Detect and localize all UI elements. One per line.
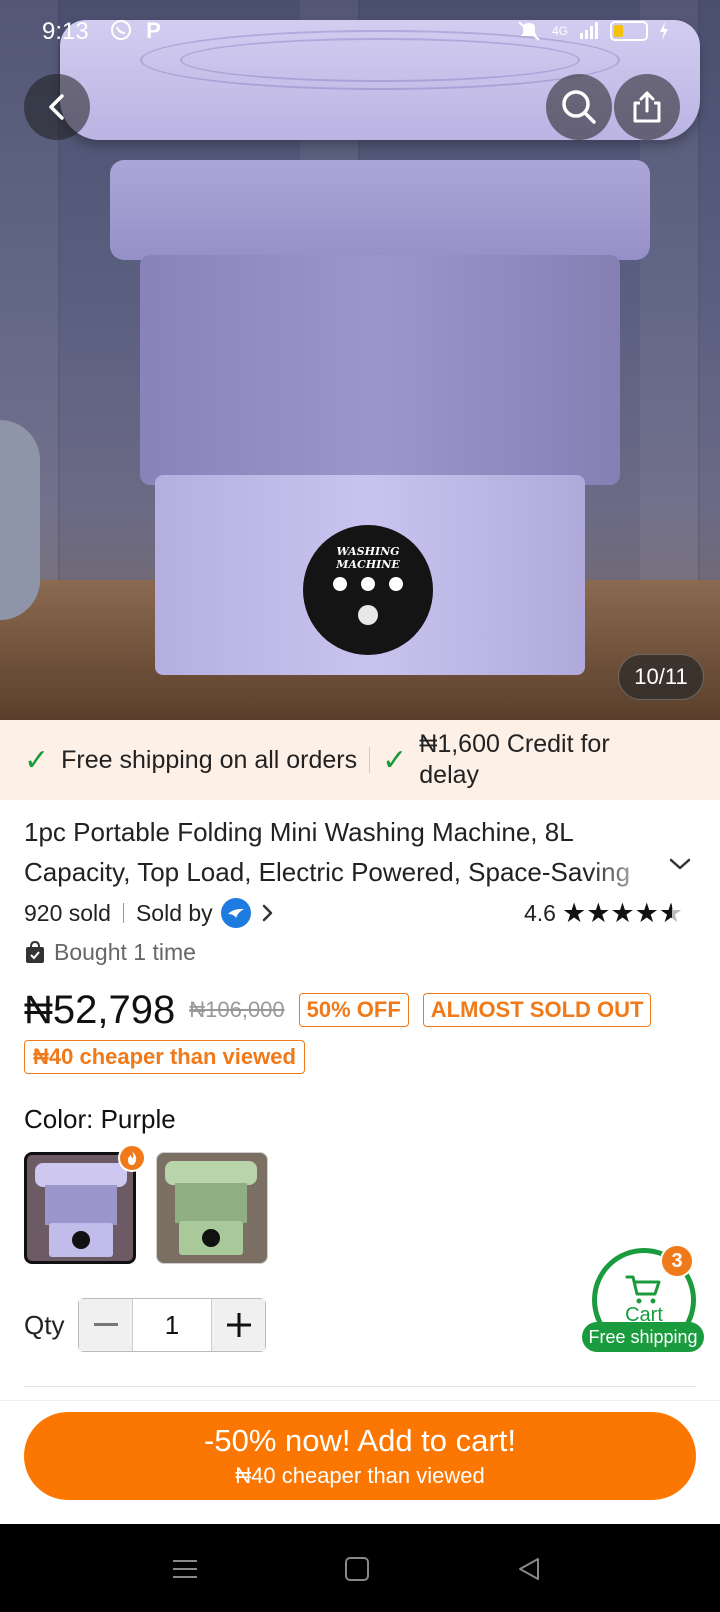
promo-divider xyxy=(369,747,371,773)
share-button[interactable] xyxy=(614,74,680,140)
half-star-icon: ★ xyxy=(658,897,684,928)
nav-back-button[interactable] xyxy=(512,1552,546,1586)
mute-bell-icon xyxy=(518,21,540,41)
meta-divider xyxy=(122,903,124,923)
rating-stars: ★★★★★ xyxy=(562,898,683,929)
back-triangle-icon xyxy=(519,1558,539,1580)
app-indicator: P xyxy=(146,18,161,43)
nav-home-button[interactable] xyxy=(340,1552,374,1586)
minus-icon xyxy=(93,1323,118,1326)
status-app-icons: P xyxy=(110,18,161,44)
product-rating[interactable]: 4.6 ★★★★★ xyxy=(524,896,683,930)
washer-body xyxy=(140,255,620,485)
signal-icon xyxy=(580,22,598,39)
free-shipping-pill: Free shipping xyxy=(582,1322,704,1352)
product-image-carousel[interactable]: WASHING MACHINE 9:13 P 4G 10/11 xyxy=(0,0,720,720)
image-counter: 10/11 xyxy=(618,654,704,700)
expand-title-button[interactable] xyxy=(668,856,692,877)
color-label: Color: Purple xyxy=(24,1104,176,1134)
status-bar: 9:13 P 4G xyxy=(0,14,720,50)
fire-icon xyxy=(128,1151,137,1165)
price-row: ₦52,798 ₦106,000 50% OFF ALMOST SOLD OUT xyxy=(24,982,652,1038)
credit-promo: ✓ ₦1,600 Credit for delay xyxy=(382,729,639,791)
add-to-cart-label: -50% now! Add to cart! xyxy=(204,1423,516,1458)
charging-icon xyxy=(660,22,668,40)
discount-badge: 50% OFF xyxy=(298,993,409,1027)
free-shipping-promo: ✓ Free shipping on all orders xyxy=(24,743,357,778)
search-icon xyxy=(562,90,596,124)
search-button[interactable] xyxy=(546,74,612,140)
star-icon: ★ xyxy=(610,897,635,928)
quantity-stepper: 1 xyxy=(78,1298,266,1352)
chevron-right-icon xyxy=(262,904,272,922)
battery-level xyxy=(614,25,623,37)
sales-meta: 920 sold Sold by xyxy=(24,896,275,930)
free-shipping-text: Free shipping on all orders xyxy=(61,745,358,774)
dial-indicators xyxy=(333,577,403,591)
cart-count-badge: 3 xyxy=(660,1244,694,1278)
chevron-down-icon xyxy=(669,858,691,870)
dial-label: WASHING MACHINE xyxy=(336,545,400,571)
quantity-value[interactable]: 1 xyxy=(133,1299,211,1351)
back-button[interactable] xyxy=(24,74,90,140)
increase-quantity-button[interactable] xyxy=(211,1299,265,1351)
star-icon: ★ xyxy=(561,897,587,928)
swatch-thumbnail xyxy=(35,1159,127,1259)
share-icon xyxy=(633,91,661,123)
section-divider xyxy=(24,1386,696,1387)
dial-power-button xyxy=(358,605,378,625)
bought-text: Bought 1 time xyxy=(54,938,196,965)
status-time: 9:13 xyxy=(42,18,89,45)
whatsapp-icon xyxy=(111,20,131,40)
menu-icon xyxy=(173,1560,197,1578)
nav-menu-button[interactable] xyxy=(168,1552,202,1586)
decrease-quantity-button[interactable] xyxy=(79,1299,133,1351)
back-arrow-icon xyxy=(49,94,64,120)
rating-value: 4.6 xyxy=(524,899,556,926)
credit-text: ₦1,600 Credit for delay xyxy=(419,730,610,789)
star-icon: ★ xyxy=(586,897,611,928)
cart-icon xyxy=(625,1275,661,1303)
seller-bird-icon xyxy=(227,908,244,918)
current-price: ₦52,798 xyxy=(24,987,176,1032)
background-pillow xyxy=(0,420,40,620)
status-system-icons: 4G xyxy=(516,20,670,42)
product-title: 1pc Portable Folding Mini Washing Machin… xyxy=(24,817,631,887)
seller-logo[interactable] xyxy=(220,898,251,928)
washer-upper-ring xyxy=(110,160,650,260)
swatch-thumbnail xyxy=(165,1157,257,1257)
quantity-label: Qty xyxy=(24,1310,65,1340)
color-option-green[interactable] xyxy=(156,1152,268,1264)
check-icon: ✓ xyxy=(24,743,50,777)
stock-badge: ALMOST SOLD OUT xyxy=(422,993,652,1027)
hot-badge xyxy=(118,1144,146,1172)
battery-icon xyxy=(610,21,648,41)
system-nav-bar xyxy=(0,1524,720,1612)
sold-by-label: Sold by xyxy=(135,899,213,926)
original-price: ₦106,000 xyxy=(189,997,285,1022)
star-icon: ★ xyxy=(634,897,659,928)
washer-dial: WASHING MACHINE xyxy=(303,525,433,655)
check-icon: ✓ xyxy=(382,743,408,777)
plus-icon xyxy=(226,1313,251,1337)
shopping-bag-icon xyxy=(26,940,44,963)
purchase-history: Bought 1 time xyxy=(24,934,196,970)
cheaper-badge: ₦40 cheaper than viewed xyxy=(24,1040,305,1074)
color-option-purple[interactable] xyxy=(24,1152,136,1264)
network-label: 4G xyxy=(551,24,568,38)
add-to-cart-sublabel: ₦40 cheaper than viewed xyxy=(235,1463,485,1488)
promo-strip[interactable]: ✓ Free shipping on all orders ✓ ₦1,600 C… xyxy=(0,720,720,800)
home-icon xyxy=(345,1557,369,1581)
add-to-cart-button[interactable]: -50% now! Add to cart! ₦40 cheaper than … xyxy=(24,1412,696,1500)
sold-count: 920 sold xyxy=(24,899,111,926)
